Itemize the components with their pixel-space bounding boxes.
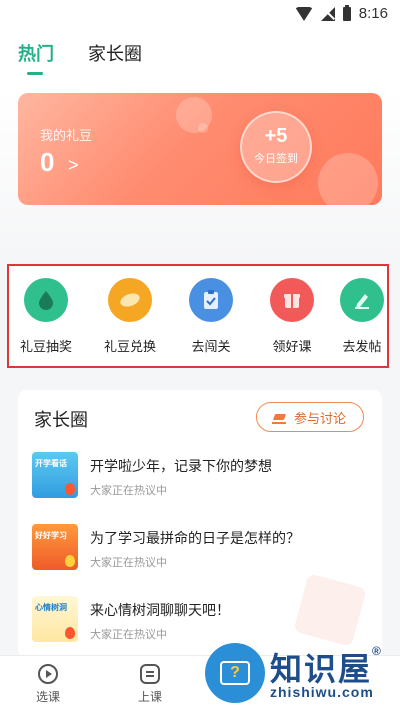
battery-icon — [342, 4, 351, 21]
quick-action-label: 礼豆兑换 — [103, 339, 156, 354]
post-subtitle: 大家正在热议中 — [90, 557, 167, 569]
nav-label: 上课 — [137, 690, 162, 704]
signin-label: 今日签到 — [254, 153, 298, 165]
quick-action-exchange[interactable]: 礼豆兑换 — [95, 278, 165, 355]
quick-actions: 礼豆抽奖 礼豆兑换 去闯关 领好课 去发帖 — [7, 264, 389, 368]
daily-signin-button[interactable]: +5 今日签到 — [240, 111, 312, 183]
signin-reward: +5 — [264, 125, 288, 147]
quick-action-challenge[interactable]: 去闯关 — [176, 278, 246, 355]
post-title: 开学啦少年，记录下你的梦想 — [90, 458, 272, 474]
tab-parent-circle[interactable]: 家长圈 — [88, 40, 142, 66]
hot-icon — [65, 627, 75, 639]
post-thumbnail: 心情树洞 — [32, 596, 78, 642]
top-tab-bar: 热门 家长圈 — [0, 28, 400, 86]
status-time: 8:16 — [358, 5, 388, 22]
quick-action-label: 领好课 — [272, 339, 312, 354]
beans-label: 我的礼豆 — [40, 128, 93, 143]
hot-icon — [65, 483, 75, 495]
quick-action-course[interactable]: 领好课 — [257, 278, 327, 355]
watermark-domain: zhishiwu.com — [270, 684, 374, 700]
list-item[interactable]: 开学看话 开学啦少年，记录下你的梦想 大家正在热议中 — [32, 452, 372, 508]
my-beans-card[interactable]: 我的礼豆 0 > +5 今日签到 — [18, 93, 382, 205]
post-title: 来心情树洞聊聊天吧！ — [90, 602, 230, 618]
post-subtitle: 大家正在热议中 — [90, 485, 167, 497]
tab-hot[interactable]: 热门 — [18, 40, 54, 75]
chevron-right-icon[interactable]: > — [68, 155, 79, 176]
nav-attend-class[interactable]: 上课 — [120, 664, 180, 705]
section-title: 家长圈 — [34, 410, 88, 430]
gift-icon — [270, 278, 314, 322]
status-bar: 8:16 — [0, 0, 400, 28]
drop-icon — [24, 278, 68, 322]
edit-icon — [271, 412, 288, 424]
hot-icon — [65, 555, 75, 567]
join-discussion-label: 参与讨论 — [293, 410, 346, 426]
wifi-icon — [294, 6, 313, 21]
pen-icon — [340, 278, 384, 322]
post-thumbnail: 好好学习 — [32, 524, 78, 570]
lesson-icon — [140, 664, 160, 684]
play-circle-icon — [38, 664, 58, 684]
nav-label: 选课 — [35, 690, 60, 704]
beans-value: 0 — [40, 147, 55, 177]
decor-bubble — [318, 153, 378, 205]
signal-off-icon — [320, 6, 335, 21]
quick-action-post[interactable]: 去发帖 — [327, 278, 387, 355]
post-title: 为了学习最拼命的日子是怎样的？ — [90, 530, 300, 546]
bean-icon — [108, 278, 152, 322]
join-discussion-button[interactable]: 参与讨论 — [256, 402, 364, 432]
quick-action-label: 礼豆抽奖 — [19, 339, 72, 354]
list-item[interactable]: 好好学习 为了学习最拼命的日子是怎样的？ 大家正在热议中 — [32, 524, 372, 580]
quick-action-label: 去发帖 — [342, 339, 382, 354]
decor-bubble — [198, 123, 208, 133]
clipboard-icon — [189, 278, 233, 322]
quick-action-lottery[interactable]: 礼豆抽奖 — [11, 278, 81, 355]
post-thumbnail: 开学看话 — [32, 452, 78, 498]
quick-action-label: 去闯关 — [191, 339, 231, 354]
nav-select-course[interactable]: 选课 — [18, 664, 78, 705]
watermark-logo-icon: ? — [205, 643, 265, 703]
post-subtitle: 大家正在热议中 — [90, 629, 167, 641]
